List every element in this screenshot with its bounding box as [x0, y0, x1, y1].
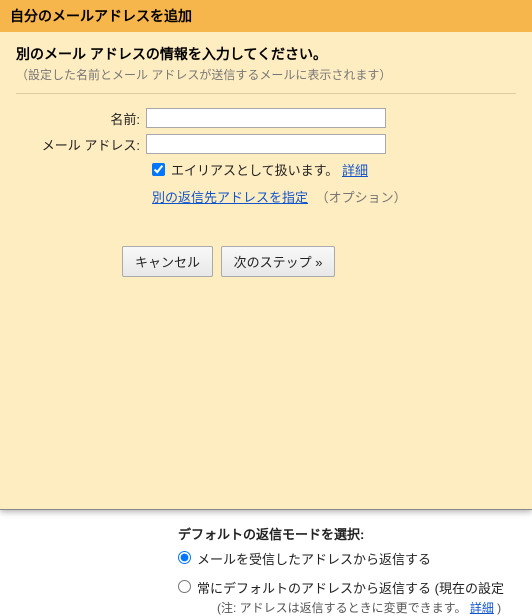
alias-label: エイリアスとして扱います。	[171, 160, 338, 179]
note-prefix: (注: アドレスは返信するときに変更できます。	[217, 601, 466, 615]
reply-mode-option2-row: 常にデフォルトのアドレスから返信する (現在の設定 (注: アドレスは返信すると…	[178, 578, 532, 616]
dialog-title: 自分のメールアドレスを追加	[0, 0, 532, 32]
reply-mode-label-2: 常にデフォルトのアドレスから返信する (現在の設定	[197, 581, 504, 596]
reply-option-text: （オプション）	[316, 190, 407, 205]
instruction-subtext: （設定した名前とメール アドレスが送信するメールに表示されます）	[16, 66, 516, 83]
reply-mode-label-2-wrap: 常にデフォルトのアドレスから返信する (現在の設定 (注: アドレスは返信すると…	[197, 578, 504, 616]
reply-mode-label-1: メールを受信したアドレスから返信する	[197, 549, 431, 568]
reply-address-link[interactable]: 別の返信先アドレスを指定	[152, 190, 308, 205]
reply-mode-option1-row: メールを受信したアドレスから返信する	[178, 549, 532, 568]
next-step-button[interactable]: 次のステップ »	[221, 246, 336, 277]
reply-mode-radio-1[interactable]	[178, 551, 191, 564]
reply-mode-note: (注: アドレスは返信するときに変更できます。 詳細 )	[217, 599, 504, 616]
note-details-link[interactable]: 詳細	[470, 601, 494, 615]
button-row: キャンセル 次のステップ »	[122, 246, 516, 277]
alias-row: エイリアスとして扱います。 詳細	[152, 160, 516, 179]
background-settings: デフォルトの返信モードを選択: メールを受信したアドレスから返信する 常にデフォ…	[0, 510, 532, 616]
add-email-dialog: 自分のメールアドレスを追加 別のメール アドレスの情報を入力してください。 （設…	[0, 0, 532, 510]
email-label: メール アドレス:	[16, 135, 146, 154]
alias-checkbox[interactable]	[152, 163, 165, 176]
email-input[interactable]	[146, 134, 386, 154]
instruction-text: 別のメール アドレスの情報を入力してください。	[16, 44, 516, 64]
reply-row: 別の返信先アドレスを指定 （オプション）	[152, 187, 516, 206]
email-row: メール アドレス:	[16, 134, 516, 154]
name-label: 名前:	[16, 109, 146, 128]
dialog-body: 別のメール アドレスの情報を入力してください。 （設定した名前とメール アドレス…	[0, 32, 532, 289]
cancel-button[interactable]: キャンセル	[122, 246, 213, 277]
reply-mode-radio-2[interactable]	[178, 580, 191, 593]
name-row: 名前:	[16, 108, 516, 128]
note-suffix: )	[497, 601, 501, 615]
alias-details-link[interactable]: 詳細	[342, 160, 368, 179]
name-input[interactable]	[146, 108, 386, 128]
divider	[16, 93, 516, 94]
reply-mode-title: デフォルトの返信モードを選択:	[178, 524, 532, 543]
